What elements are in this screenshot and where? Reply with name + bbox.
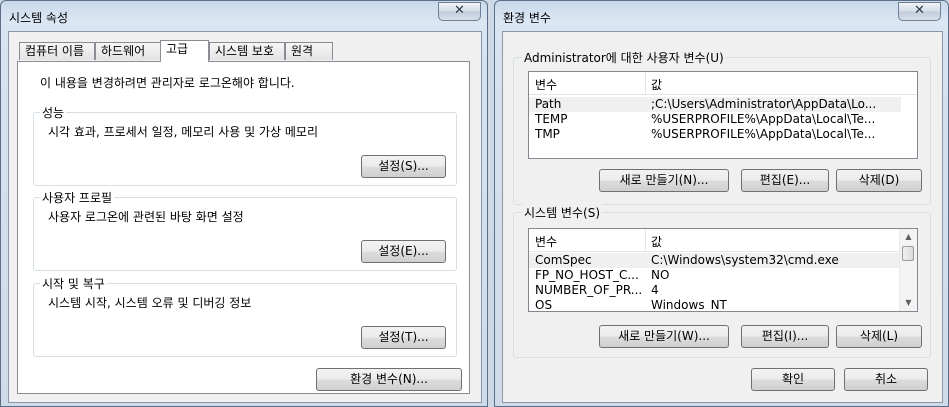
variable-name: FP_NO_HOST_C...: [535, 268, 639, 282]
user-edit-button[interactable]: 편집(E)...: [741, 169, 829, 192]
tab-system-protection[interactable]: 시스템 보호: [209, 42, 285, 60]
variable-name: TMP: [535, 127, 560, 141]
window-title: 환경 변수: [503, 11, 551, 25]
user-profiles-group: 사용자 프로필 사용자 로그온에 관련된 바탕 화면 설정 설정(E)...: [33, 189, 457, 271]
title-bar[interactable]: 시스템 속성 ✕: [1, 1, 487, 31]
close-icon: ✕: [454, 3, 465, 18]
dialog-body: Administrator에 대한 사용자 변수(U) 변수 값 Path ;C…: [502, 31, 943, 403]
group-description: 시각 효과, 프로세서 일정, 메모리 사용 및 가상 메모리: [48, 125, 318, 139]
variable-value: ;C:\Users\Administrator\AppData\Lo...: [651, 97, 877, 111]
group-description: 사용자 로그온에 관련된 바탕 화면 설정: [48, 210, 244, 224]
system-delete-button[interactable]: 삭제(L): [836, 325, 922, 348]
list-item[interactable]: OS Windows_NT: [529, 298, 901, 312]
column-header-variable[interactable]: 변수: [535, 76, 557, 93]
ok-button[interactable]: 확인: [751, 368, 835, 391]
scroll-thumb[interactable]: [902, 246, 914, 261]
tab-advanced[interactable]: 고급: [160, 40, 209, 62]
title-bar[interactable]: 환경 변수 ✕: [495, 1, 948, 31]
tab-label: 고급: [166, 42, 189, 56]
list-item[interactable]: TEMP %USERPROFILE%\AppData\Local\Te...: [529, 112, 901, 127]
scroll-up-icon[interactable]: ▲: [900, 229, 917, 245]
tab-label: 하드웨어: [101, 44, 146, 58]
dialog-body: 컴퓨터 이름 하드웨어 고급 시스템 보호 원격 이 내용을 변경하려면 관리자…: [8, 31, 482, 403]
user-delete-button[interactable]: 삭제(D): [836, 169, 922, 192]
user-variables-list[interactable]: 변수 값 Path ;C:\Users\Administrator\AppDat…: [528, 71, 918, 159]
variable-name: TEMP: [535, 112, 568, 126]
variable-value: C:\Windows\system32\cmd.exe: [651, 253, 839, 267]
variable-name: ComSpec: [535, 253, 592, 267]
variable-value: 4: [651, 283, 659, 297]
startup-recovery-settings-button[interactable]: 설정(T)...: [361, 326, 446, 349]
column-header-value[interactable]: 값: [651, 76, 662, 93]
advanced-tab-panel: 이 내용을 변경하려면 관리자로 로그온해야 합니다. 성능 시각 효과, 프로…: [17, 61, 470, 394]
group-label: 사용자 프로필: [40, 189, 115, 206]
column-divider[interactable]: [645, 72, 646, 94]
system-new-button[interactable]: 새로 만들기(W)...: [599, 325, 729, 348]
variable-name: OS: [535, 298, 553, 312]
system-variables-group: 시스템 변수(S) 변수 값 ComSpec C:\Windows\system…: [513, 204, 931, 358]
column-header-value[interactable]: 값: [651, 233, 662, 250]
tab-label: 시스템 보호: [215, 44, 275, 58]
group-description: 시스템 시작, 시스템 오류 및 디버깅 정보: [48, 296, 252, 310]
system-edit-button[interactable]: 편집(I)...: [741, 325, 829, 348]
list-header: 변수 값: [529, 72, 917, 95]
system-properties-window: 시스템 속성 ✕ 컴퓨터 이름 하드웨어 고급 시스템 보호 원격 이 내용을 …: [0, 0, 488, 407]
user-variables-group: Administrator에 대한 사용자 변수(U) 변수 값 Path ;C…: [513, 49, 931, 205]
close-icon: ✕: [914, 3, 925, 18]
vertical-scrollbar[interactable]: ▲ ▼: [899, 229, 917, 311]
variable-value: %USERPROFILE%\AppData\Local\Te...: [651, 112, 876, 126]
tab-label: 컴퓨터 이름: [25, 44, 85, 58]
variable-name: NUMBER_OF_PR...: [535, 283, 643, 297]
list-item[interactable]: Path ;C:\Users\Administrator\AppData\Lo.…: [529, 97, 901, 112]
list-header: 변수 값: [529, 229, 900, 252]
startup-recovery-group: 시작 및 복구 시스템 시작, 시스템 오류 및 디버깅 정보 설정(T)...: [33, 275, 457, 357]
column-header-variable[interactable]: 변수: [535, 233, 557, 250]
close-button[interactable]: ✕: [438, 2, 481, 21]
variable-value: NO: [651, 268, 670, 282]
list-item[interactable]: FP_NO_HOST_C... NO: [529, 268, 901, 283]
user-profiles-settings-button[interactable]: 설정(E)...: [361, 240, 446, 263]
variable-value: %USERPROFILE%\AppData\Local\Te...: [651, 127, 876, 141]
list-item[interactable]: ComSpec C:\Windows\system32\cmd.exe: [529, 253, 901, 268]
user-variables-label: Administrator에 대한 사용자 변수(U): [522, 49, 726, 66]
column-divider: [917, 72, 918, 94]
environment-variables-window: 환경 변수 ✕ Administrator에 대한 사용자 변수(U) 변수 값…: [494, 0, 949, 407]
variable-value: Windows_NT: [651, 298, 727, 312]
tab-label: 원격: [291, 44, 314, 58]
group-label: 성능: [40, 104, 67, 121]
group-label: 시작 및 복구: [40, 275, 107, 292]
performance-group: 성능 시각 효과, 프로세서 일정, 메모리 사용 및 가상 메모리 설정(S)…: [33, 104, 457, 186]
performance-settings-button[interactable]: 설정(S)...: [361, 155, 446, 178]
scroll-down-icon[interactable]: ▼: [900, 295, 917, 311]
system-variables-label: 시스템 변수(S): [522, 204, 602, 221]
window-title: 시스템 속성: [9, 11, 69, 25]
tab-remote[interactable]: 원격: [285, 42, 333, 60]
list-item[interactable]: TMP %USERPROFILE%\AppData\Local\Te...: [529, 127, 901, 142]
user-new-button[interactable]: 새로 만들기(N)...: [599, 169, 729, 192]
cancel-button[interactable]: 취소: [844, 368, 928, 391]
environment-variables-button[interactable]: 환경 변수(N)...: [316, 368, 462, 391]
column-divider[interactable]: [645, 229, 646, 251]
list-item[interactable]: NUMBER_OF_PR... 4: [529, 283, 901, 298]
variable-name: Path: [535, 97, 562, 111]
admin-note: 이 내용을 변경하려면 관리자로 로그온해야 합니다.: [40, 76, 295, 90]
tab-hardware[interactable]: 하드웨어: [95, 42, 161, 60]
tab-computer-name[interactable]: 컴퓨터 이름: [19, 42, 95, 60]
close-button[interactable]: ✕: [898, 2, 941, 21]
system-variables-list[interactable]: 변수 값 ComSpec C:\Windows\system32\cmd.exe…: [528, 228, 918, 312]
